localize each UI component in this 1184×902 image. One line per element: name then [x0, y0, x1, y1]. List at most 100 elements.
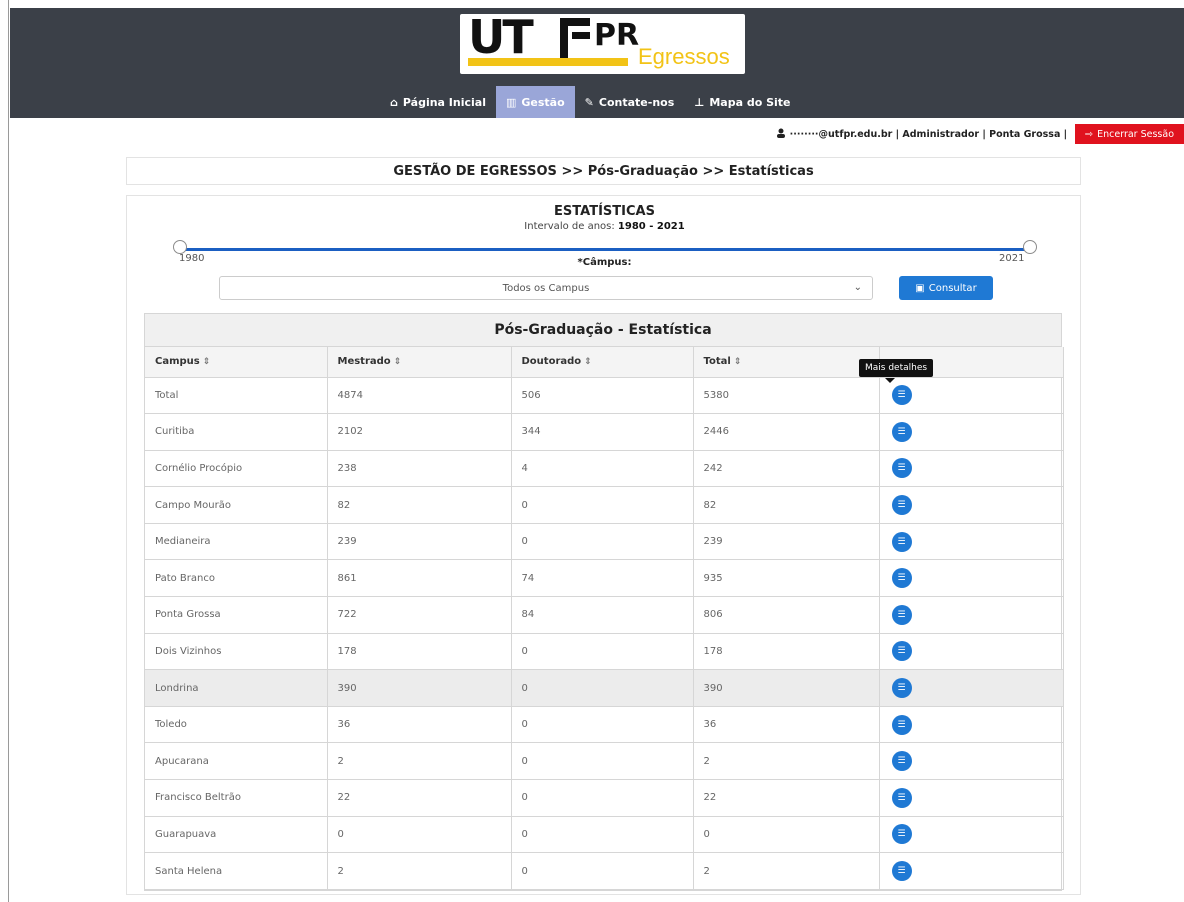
total-cell: 36	[693, 706, 880, 744]
column-header-mestrado[interactable]: Mestrado ⇕	[327, 347, 512, 378]
mestrado-cell: 2102	[327, 413, 512, 451]
details-button[interactable]: ☰	[891, 824, 912, 845]
doutorado-cell: 0	[511, 816, 694, 854]
total-cell: 935	[693, 559, 880, 598]
breadcrumb: GESTÃO DE EGRESSOS >> Pós-Graduação >> E…	[126, 157, 1081, 185]
details-button[interactable]: ☰	[891, 678, 912, 699]
campus-cell: Londrina	[145, 669, 328, 707]
details-button[interactable]: ☰	[891, 385, 912, 406]
mestrado-cell: 4874	[327, 377, 512, 415]
actions-cell: ☰	[879, 706, 1064, 744]
doutorado-cell: 0	[511, 523, 694, 561]
total-cell: 178	[693, 633, 880, 671]
details-button[interactable]: ☰	[891, 495, 912, 516]
details-button[interactable]: ☰	[891, 714, 912, 735]
mestrado-cell: 2	[327, 742, 512, 781]
details-button[interactable]: ☰	[891, 458, 912, 479]
window-edge	[0, 0, 9, 902]
actions-cell: ☰	[879, 779, 1064, 817]
doutorado-cell: 0	[511, 706, 694, 744]
campus-cell: Medianeira	[145, 523, 328, 561]
mestrado-cell: 2	[327, 852, 512, 890]
mestrado-cell: 36	[327, 706, 512, 744]
doutorado-cell: 0	[511, 779, 694, 817]
campus-cell: Total	[145, 377, 328, 415]
year-range-value: 1980 - 2021	[617, 221, 685, 232]
utfpr-logo[interactable]: UT PR Egressos	[460, 10, 745, 74]
year-range-label: Intervalo de anos:	[524, 221, 615, 232]
actions-cell: ☰	[879, 413, 1064, 451]
year-slider-min-handle[interactable]	[173, 240, 187, 254]
campus-select[interactable]: Todos os Campus ⌄	[219, 276, 873, 300]
details-button[interactable]: ☰	[891, 861, 912, 882]
mestrado-cell: 238	[327, 450, 512, 488]
details-button[interactable]: ☰	[891, 568, 912, 589]
actions-cell: ☰	[879, 816, 1064, 854]
nav-contato-label: Contate-nos	[598, 95, 675, 109]
campus-cell: Ponta Grossa	[145, 596, 328, 634]
statistics-table: Pós-Graduação - Estatística Campus ⇕ Mest…	[144, 313, 1064, 891]
actions-cell: ☰	[879, 486, 1064, 524]
nav-home-label: Página Inicial	[402, 95, 486, 109]
nav-mapa[interactable]: ⊥ Mapa do Site	[684, 86, 800, 118]
mestrado-cell: 0	[327, 816, 512, 854]
edit-icon: ✎	[584, 95, 594, 109]
user-icon	[776, 128, 786, 141]
doutorado-cell: 0	[511, 742, 694, 781]
table-caption: Pós-Graduação - Estatística	[145, 314, 1061, 347]
table-row: Campo Mourão 82 0 82 ☰	[145, 486, 1064, 524]
column-header-total[interactable]: Total ⇕	[693, 347, 880, 378]
actions-cell: ☰	[879, 852, 1064, 890]
sort-icon: ⇕	[733, 357, 742, 368]
table-row: Total 4874 506 5380 ☰	[145, 377, 1064, 415]
details-button[interactable]: ☰	[891, 604, 912, 625]
nav-gestao[interactable]: ▥ Gestão	[495, 86, 575, 118]
main-nav: ⌂ Página Inicial ▥ Gestão ✎ Contate-nos …	[380, 86, 801, 118]
mestrado-cell: 22	[327, 779, 512, 817]
user-info: ········@utfpr.edu.br | Administrador | …	[789, 128, 1068, 140]
column-header-campus[interactable]: Campus ⇕	[145, 347, 328, 378]
year-slider-track[interactable]	[179, 248, 1029, 251]
details-button[interactable]: ☰	[891, 641, 912, 662]
nav-home[interactable]: ⌂ Página Inicial	[380, 86, 496, 118]
campus-select-value: Todos os Campus	[502, 282, 590, 294]
details-button[interactable]: ☰	[891, 531, 912, 552]
consultar-button[interactable]: ▣ Consultar	[899, 276, 993, 300]
home-icon: ⌂	[390, 95, 398, 109]
table-row: Cornélio Procópio 238 4 242 ☰	[145, 450, 1064, 488]
doutorado-cell: 344	[511, 413, 694, 451]
sort-icon: ⇕	[393, 357, 402, 368]
nav-contato[interactable]: ✎ Contate-nos	[575, 86, 685, 118]
total-cell: 2	[693, 742, 880, 781]
sort-icon: ⇕	[202, 357, 211, 368]
table-row: Santa Helena 2 0 2 ☰	[145, 852, 1064, 890]
total-cell: 239	[693, 523, 880, 561]
details-button[interactable]: ☰	[891, 751, 912, 772]
campus-cell: Curitiba	[145, 413, 328, 451]
table-row: Toledo 36 0 36 ☰	[145, 706, 1064, 744]
campus-cell: Dois Vizinhos	[145, 633, 328, 671]
actions-cell: ☰	[879, 669, 1064, 707]
details-tooltip: Mais detalhes	[859, 359, 934, 377]
details-button[interactable]: ☰	[891, 421, 912, 442]
campus-cell: Pato Branco	[145, 559, 328, 598]
year-range: Intervalo de anos: 1980 - 2021	[127, 221, 1082, 232]
consultar-label: Consultar	[928, 282, 977, 294]
year-slider-max-handle[interactable]	[1023, 240, 1037, 254]
details-button[interactable]: ☰	[891, 787, 912, 808]
table-row: Ponta Grossa 722 84 806 ☰	[145, 596, 1064, 634]
doutorado-cell: 74	[511, 559, 694, 598]
actions-cell: ☰	[879, 559, 1064, 598]
mestrado-cell: 722	[327, 596, 512, 634]
column-header-doutorado[interactable]: Doutorado ⇕	[511, 347, 694, 378]
table-row: Dois Vizinhos 178 0 178 ☰	[145, 633, 1064, 671]
total-cell: 242	[693, 450, 880, 488]
actions-cell: ☰	[879, 523, 1064, 561]
campus-cell: Santa Helena	[145, 852, 328, 890]
table-row: Londrina 390 0 390 ☰	[145, 669, 1064, 707]
logout-button[interactable]: ⇨ Encerrar Sessão	[1075, 124, 1184, 144]
campus-label: *Câmpus:	[577, 257, 632, 268]
doutorado-cell: 84	[511, 596, 694, 634]
table-row: Apucarana 2 0 2 ☰	[145, 742, 1064, 781]
actions-cell: ☰	[879, 377, 1064, 415]
